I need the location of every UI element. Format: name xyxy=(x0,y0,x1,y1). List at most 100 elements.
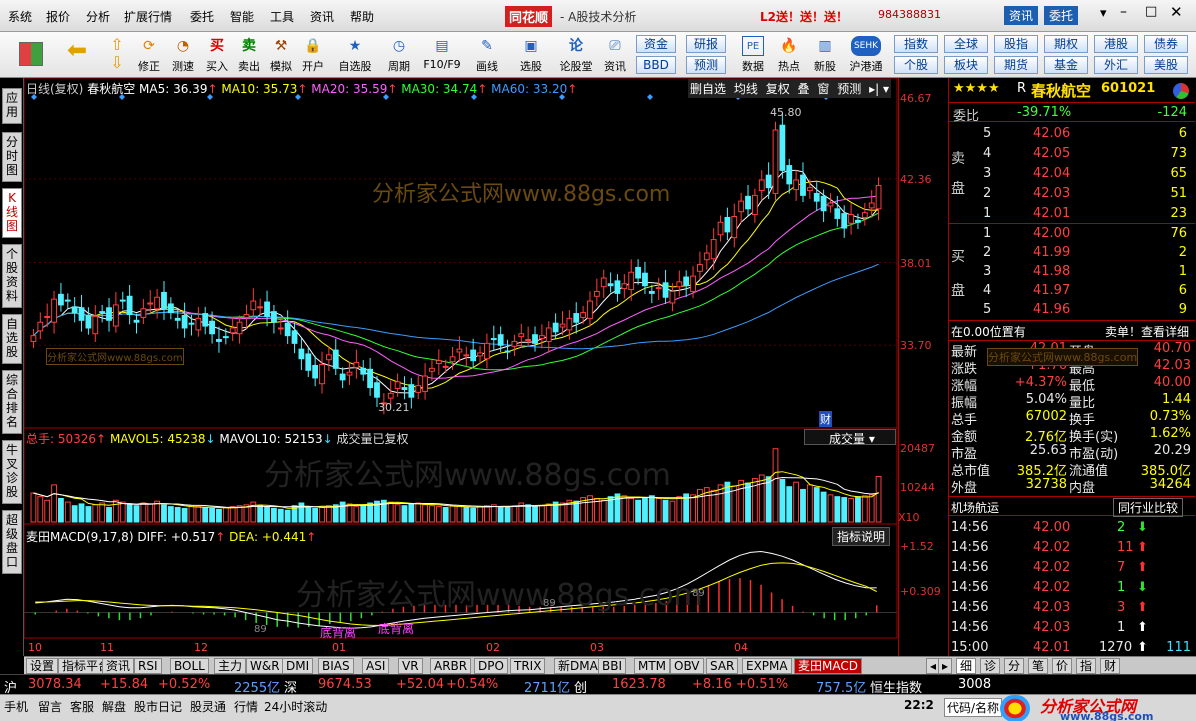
indicator-tab[interactable]: DPO xyxy=(474,658,508,674)
indicator-tab[interactable]: BBI xyxy=(598,658,627,674)
sh-index[interactable]: 3078.34 xyxy=(28,677,82,692)
tab-forex[interactable]: 外汇 xyxy=(1094,56,1138,74)
menu-trade[interactable]: 委托 xyxy=(190,8,214,25)
tab-global[interactable]: 全球 xyxy=(944,35,988,53)
minimize-icon[interactable]: – xyxy=(1120,4,1127,20)
cy-index[interactable]: 1623.78 xyxy=(612,677,666,692)
tool-speed[interactable]: ◔ 测速 xyxy=(166,34,200,76)
trade-button[interactable]: 委托 xyxy=(1044,6,1079,25)
tab-detail[interactable]: 细 xyxy=(956,658,977,674)
tool-data[interactable]: PE 数据 xyxy=(736,34,770,76)
menu-help[interactable]: 帮助 xyxy=(350,8,374,25)
tool-ipo[interactable]: ▥ 新股 xyxy=(808,34,842,76)
tab-forecast[interactable]: 预测 xyxy=(686,56,726,74)
layout-button[interactable] xyxy=(14,34,48,76)
next-icon[interactable]: ▸| xyxy=(869,82,879,96)
menu-ext-quote[interactable]: 扩展行情 xyxy=(124,8,172,25)
indicator-tab[interactable]: 新DMA xyxy=(554,658,602,674)
tab-futures-index[interactable]: 股指 xyxy=(994,35,1038,53)
buy-order-row[interactable]: 1 42.00 76 xyxy=(949,224,1195,244)
tab-diagnose[interactable]: 诊 xyxy=(980,658,1001,674)
indicator-tab[interactable]: 麦田MACD xyxy=(794,658,862,674)
tab-stock[interactable]: 个股 xyxy=(894,56,938,74)
indicator-tab[interactable]: ARBR xyxy=(430,658,472,674)
scroll-right-icon[interactable]: ▸ xyxy=(938,658,953,674)
tab-index[interactable]: 指数 xyxy=(894,35,938,53)
indicator-tab[interactable]: BOLL xyxy=(170,658,209,674)
tab-kline[interactable]: K线图 xyxy=(2,188,22,238)
tab-bbd[interactable]: BBD xyxy=(636,56,676,74)
status-linktong[interactable]: 股灵通 xyxy=(190,698,226,715)
indicator-tab[interactable]: TRIX xyxy=(510,658,546,674)
sz-index[interactable]: 9674.53 xyxy=(318,677,372,692)
indicator-tab[interactable]: 设置 xyxy=(26,658,59,674)
tab-diagnosis[interactable]: 牛叉诊股 xyxy=(2,440,22,504)
tool-period[interactable]: ◷ 周期 xyxy=(380,34,418,76)
tool-buy[interactable]: 买买入 xyxy=(200,34,234,76)
sector-compare-button[interactable]: 同行业比较 xyxy=(1113,498,1184,517)
menu-analysis[interactable]: 分析 xyxy=(86,8,110,25)
indicator-tab[interactable]: W&R xyxy=(246,658,284,674)
tab-indicator[interactable]: 指 xyxy=(1076,658,1097,674)
menu-info[interactable]: 资讯 xyxy=(310,8,334,25)
dropdown-icon[interactable]: ▾ xyxy=(883,82,889,96)
tab-research[interactable]: 研报 xyxy=(686,35,726,53)
indicator-help-button[interactable]: 指标说明 xyxy=(832,527,891,546)
tab-apps[interactable]: 应用 xyxy=(2,88,22,124)
indicator-tab[interactable]: RSI xyxy=(134,658,162,674)
tab-stock-profile[interactable]: 个股资料 xyxy=(2,244,22,308)
buy-order-row[interactable]: 4 41.97 6 xyxy=(949,281,1195,301)
kline-chart-area[interactable]: 日线(复权) 春秋航空 MA5: 36.39↑ MA10: 35.73↑ MA2… xyxy=(24,78,898,656)
tab-trades[interactable]: 笔 xyxy=(1028,658,1049,674)
sector-name[interactable]: 机场航运 xyxy=(951,499,999,516)
tab-capital[interactable]: 资金 xyxy=(636,35,676,53)
tool-forum[interactable]: 论论股堂 xyxy=(556,34,596,76)
status-diary[interactable]: 股市日记 xyxy=(134,698,182,715)
maximize-icon[interactable]: □ xyxy=(1145,4,1157,19)
buy-order-row[interactable]: 3 41.98 1 xyxy=(949,262,1195,282)
forecast-button[interactable]: 预测 xyxy=(837,82,861,96)
tool-sell[interactable]: 卖卖出 xyxy=(232,34,266,76)
tab-sector[interactable]: 板块 xyxy=(944,56,988,74)
indicator-tab[interactable]: SAR xyxy=(706,658,739,674)
info-button[interactable]: 资讯 xyxy=(1004,6,1039,25)
scroll-button[interactable]: ⇧ ⇩ xyxy=(102,34,132,76)
status-analysis[interactable]: 解盘 xyxy=(102,698,126,715)
tab-funds[interactable]: 基金 xyxy=(1044,56,1088,74)
sell-order-row[interactable]: 3 42.04 65 xyxy=(949,164,1195,184)
tab-ranking[interactable]: 综合排名 xyxy=(2,370,22,434)
adjust-button[interactable]: 复权 xyxy=(766,82,790,96)
menu-quote[interactable]: 报价 xyxy=(46,8,70,25)
volume-select[interactable]: 成交量 ▾ xyxy=(804,429,896,446)
indicator-tab[interactable]: BIAS xyxy=(318,658,354,674)
tab-finance[interactable]: 财 xyxy=(1100,658,1121,674)
tool-hk[interactable]: SEHK 沪港通 xyxy=(844,34,888,76)
code-search-input[interactable]: 代码/名称 xyxy=(944,698,1003,717)
sell-detail-link[interactable]: 卖单！查看详细 xyxy=(1105,323,1189,340)
indicator-tab[interactable]: EXPMA xyxy=(742,658,792,674)
buy-order-row[interactable]: 5 41.96 9 xyxy=(949,300,1195,320)
tab-us-stocks[interactable]: 美股 xyxy=(1144,56,1188,74)
window-menu-icon[interactable]: ▾ xyxy=(1100,6,1107,21)
tool-sim[interactable]: ⚒ 模拟 xyxy=(264,34,298,76)
tab-watchlist[interactable]: 自选股 xyxy=(2,314,22,364)
tab-fenshi[interactable]: 分 xyxy=(1004,658,1025,674)
tool-open[interactable]: 🔒 开户 xyxy=(296,34,330,76)
menu-system[interactable]: 系统 xyxy=(8,8,32,25)
remove-watchlist-button[interactable]: 删自选 xyxy=(690,82,726,96)
indicator-tab[interactable]: 资讯 xyxy=(102,658,135,674)
status-message[interactable]: 留言 xyxy=(38,698,62,715)
sell-order-row[interactable]: 4 42.05 73 xyxy=(949,144,1195,164)
tab-futures[interactable]: 期货 xyxy=(994,56,1038,74)
sell-order-row[interactable]: 2 42.03 51 xyxy=(949,184,1195,204)
window-button[interactable]: 窗 xyxy=(817,82,829,96)
tab-intraday[interactable]: 分时图 xyxy=(2,132,22,182)
tab-super-board[interactable]: 超级盘口 xyxy=(2,510,22,574)
indicator-tab[interactable]: 主力 xyxy=(214,658,247,674)
tool-hot[interactable]: 🔥 热点 xyxy=(772,34,806,76)
status-quote[interactable]: 行情 xyxy=(234,698,258,715)
pie-icon[interactable] xyxy=(1173,83,1189,99)
promo-text[interactable]: L2送！送！送！ xyxy=(760,8,848,25)
status-mobile[interactable]: 手机 xyxy=(4,698,28,715)
indicator-tab[interactable]: VR xyxy=(398,658,423,674)
